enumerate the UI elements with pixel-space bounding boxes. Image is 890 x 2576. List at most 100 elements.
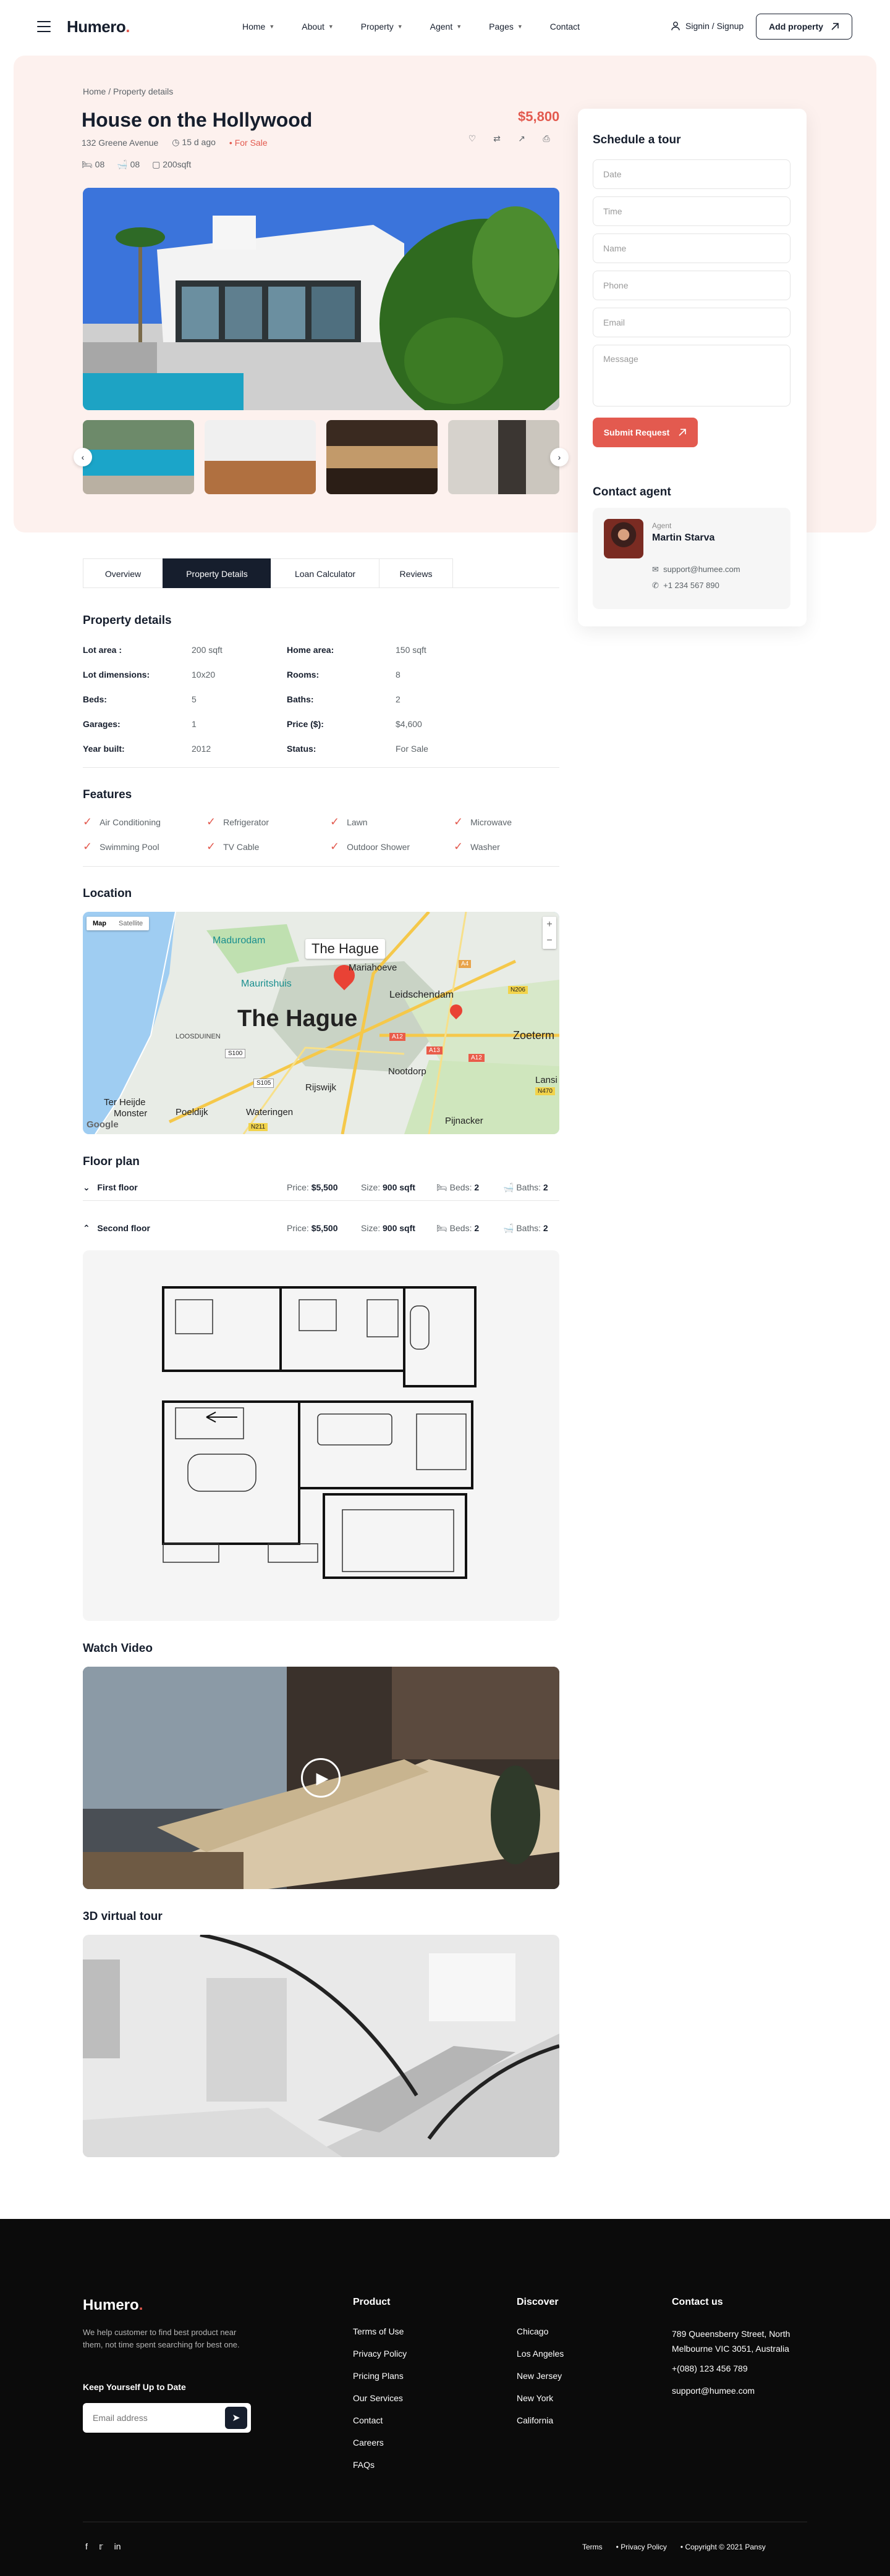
linkedin-icon[interactable]: in: [114, 2541, 121, 2552]
agent-email[interactable]: ✉ support@humee.com: [652, 565, 740, 575]
logo[interactable]: Humero.: [67, 17, 130, 36]
schedule-sidebar: Schedule a tour Submit Request Contact a…: [578, 109, 807, 626]
gallery-prev-button[interactable]: ‹: [74, 448, 92, 466]
map-place-label: Monster: [114, 1108, 148, 1119]
footer-link[interactable]: California: [517, 2415, 553, 2425]
thumbnail-image[interactable]: [326, 420, 438, 494]
arrow-up-right-icon: [831, 23, 839, 30]
footer-privacy-link[interactable]: • Privacy Policy: [616, 2543, 667, 2551]
map-place-label: Rijswijk: [305, 1082, 336, 1093]
footer-link[interactable]: Contact: [353, 2415, 383, 2425]
footer-link[interactable]: Privacy Policy: [353, 2349, 407, 2359]
nav-home[interactable]: Home ▼: [242, 22, 274, 32]
arrow-up-right-icon: [679, 429, 687, 436]
footer-link[interactable]: Our Services: [353, 2393, 403, 2403]
nav-agent[interactable]: Agent ▼: [430, 22, 462, 32]
nav-contact[interactable]: Contact: [550, 22, 580, 32]
property-details-title: Property details: [83, 614, 172, 627]
location-title: Location: [83, 887, 132, 900]
compare-icon[interactable]: ⇄: [491, 132, 503, 145]
social-links: f 𝕣 in: [85, 2541, 121, 2552]
contact-agent-title: Contact agent: [593, 486, 671, 499]
tab-property-details[interactable]: Property Details: [163, 558, 271, 588]
chevron-up-icon: ⌃: [83, 1223, 90, 1233]
date-field[interactable]: [593, 159, 790, 189]
staircase-image: [83, 1935, 559, 2157]
footer-link[interactable]: Los Angeles: [517, 2349, 564, 2359]
submit-request-button[interactable]: Submit Request: [593, 418, 698, 447]
thumbnail-image[interactable]: [448, 420, 559, 494]
newsletter-email-input[interactable]: [83, 2403, 219, 2433]
add-property-button[interactable]: Add property: [756, 14, 852, 40]
phone-field[interactable]: [593, 271, 790, 300]
newsletter-form: ➤: [83, 2403, 251, 2433]
footer-link[interactable]: New York: [517, 2393, 553, 2403]
feature-item: ✓ Lawn: [330, 815, 368, 828]
footer-link[interactable]: Pricing Plans: [353, 2371, 404, 2381]
chevron-down-icon: ⌄: [83, 1182, 90, 1192]
footer-link[interactable]: New Jersey: [517, 2371, 562, 2381]
signin-link[interactable]: Signin / Signup: [671, 21, 744, 31]
zoom-in-button[interactable]: +: [543, 917, 556, 933]
footer-link[interactable]: FAQs: [353, 2460, 375, 2470]
agent-name[interactable]: Martin Starva: [652, 532, 714, 544]
satellite-button[interactable]: Satellite: [112, 917, 149, 930]
floor-plan-title: Floor plan: [83, 1155, 140, 1168]
facebook-icon[interactable]: f: [85, 2541, 88, 2552]
hamburger-menu-icon[interactable]: [37, 21, 51, 36]
map-place-label: Madurodam: [213, 935, 266, 946]
send-icon[interactable]: ➤: [225, 2407, 247, 2429]
footer-link[interactable]: Terms of Use: [353, 2326, 404, 2336]
nav-pages[interactable]: Pages ▼: [489, 22, 523, 32]
twitter-icon[interactable]: 𝕣: [99, 2541, 103, 2552]
floor-row-second[interactable]: ⌃ Second floor Price: $5,500 Size: 900 s…: [83, 1217, 559, 1242]
print-icon[interactable]: ⎙: [540, 132, 553, 145]
map-place-label: Leidschendam: [389, 990, 454, 1000]
map-road-label: N206: [508, 986, 528, 994]
floor-name: ⌃ Second floor: [83, 1223, 150, 1233]
check-icon: ✓: [83, 840, 93, 852]
virtual-tour-image[interactable]: [83, 1935, 559, 2157]
footer-link[interactable]: Chicago: [517, 2326, 548, 2336]
tab-loan-calculator[interactable]: Loan Calculator: [271, 558, 379, 588]
message-field[interactable]: [593, 345, 790, 406]
chevron-right-icon: ›: [557, 452, 561, 462]
house-illustration: [83, 188, 559, 410]
name-field[interactable]: [593, 234, 790, 263]
share-icon[interactable]: ↗: [515, 132, 528, 145]
details-right: Home area: 150 sqft Rooms: 8 Baths: 2 Price…: [287, 645, 428, 754]
play-icon[interactable]: ▶: [301, 1758, 341, 1798]
thumbnail-image[interactable]: [205, 420, 316, 494]
footer-logo[interactable]: Humero.: [83, 2297, 143, 2314]
tab-reviews[interactable]: Reviews: [379, 558, 453, 588]
footer-phone[interactable]: +(088) 123 456 789: [672, 2363, 748, 2373]
email-field[interactable]: [593, 308, 790, 337]
floor-row-first[interactable]: ⌄ First floor Price: $5,500 Size: 900 sq…: [83, 1176, 559, 1201]
time-field[interactable]: [593, 196, 790, 226]
heart-icon[interactable]: ♡: [466, 132, 478, 145]
gallery-next-button[interactable]: ›: [550, 448, 569, 466]
footer-terms-link[interactable]: Terms: [582, 2543, 603, 2551]
agent-phone[interactable]: ✆ +1 234 567 890: [652, 581, 719, 591]
nav-property[interactable]: Property ▼: [361, 22, 403, 32]
thumbnail-image[interactable]: [83, 420, 194, 494]
property-main-image[interactable]: [83, 188, 559, 410]
footer-link[interactable]: Careers: [353, 2438, 384, 2448]
feature-item: ✓ Outdoor Shower: [330, 840, 410, 852]
bed-icon: 🛏: [436, 1223, 447, 1233]
map-button[interactable]: Map: [87, 917, 112, 930]
thumbnail-gallery: ‹ ›: [74, 420, 569, 494]
feature-item: ✓ Swimming Pool: [83, 840, 159, 852]
video-thumbnail[interactable]: ▶: [83, 1667, 559, 1889]
footer-email[interactable]: support@humee.com: [672, 2386, 755, 2396]
nav-about[interactable]: About ▼: [302, 22, 334, 32]
map-road-label: A12: [389, 1033, 405, 1041]
location-map[interactable]: Map Satellite + − The Hague The Hague Mad…: [83, 912, 559, 1134]
user-icon: [671, 22, 680, 31]
property-specs: 🛏 08 🛁 08 ▢ 200sqft: [82, 159, 191, 170]
tab-overview[interactable]: Overview: [83, 558, 163, 588]
floor-plan-image[interactable]: [83, 1250, 559, 1621]
chevron-down-icon: ▼: [517, 23, 523, 30]
zoom-out-button[interactable]: −: [543, 933, 556, 949]
map-place-label: Pijnacker: [445, 1116, 483, 1126]
